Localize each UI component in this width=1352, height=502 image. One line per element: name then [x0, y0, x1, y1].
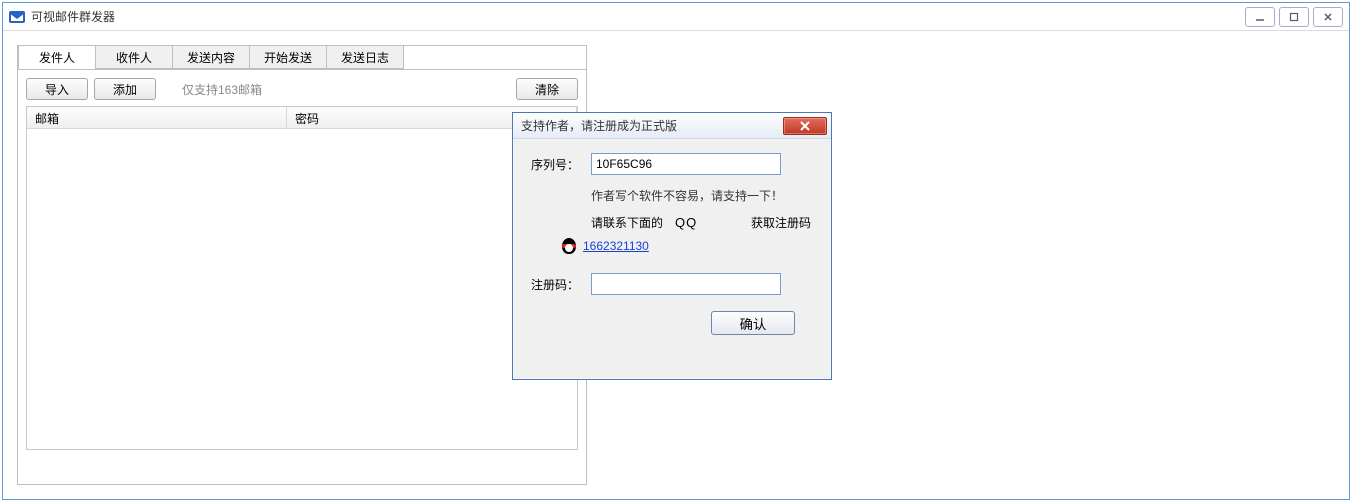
toolbar: 导入 添加 仅支持163邮箱 清除: [18, 70, 586, 106]
window-title: 可视邮件群发器: [31, 8, 115, 25]
dialog-title: 支持作者，请注册成为正式版: [521, 117, 677, 134]
left-panel: 发件人 收件人 发送内容 开始发送 发送日志 导入 添加 仅支持163邮箱 清除…: [17, 45, 587, 485]
qq-penguin-icon: [561, 237, 577, 255]
tab-send-log[interactable]: 发送日志: [326, 45, 404, 69]
register-dialog: 支持作者，请注册成为正式版 序列号： 作者写个软件不容易，请支持一下！ 请联系下…: [512, 112, 832, 380]
tab-label: 发件人: [39, 49, 75, 66]
tab-sender[interactable]: 发件人: [18, 45, 96, 69]
add-button[interactable]: 添加: [94, 78, 156, 100]
tab-label: 收件人: [116, 49, 152, 66]
tab-start-send[interactable]: 开始发送: [249, 45, 327, 69]
contact-prefix: 请联系下面的: [591, 214, 663, 231]
qq-number-link[interactable]: 1662321130: [583, 239, 649, 253]
grid-body[interactable]: [27, 129, 577, 449]
tab-content-area: 导入 添加 仅支持163邮箱 清除 邮箱 密码: [18, 69, 586, 485]
window-controls: [1241, 7, 1343, 27]
regcode-row: 注册码：: [531, 273, 813, 295]
serial-label: 序列号：: [531, 156, 591, 173]
import-button[interactable]: 导入: [26, 78, 88, 100]
sender-grid: 邮箱 密码: [26, 106, 578, 450]
minimize-button[interactable]: [1245, 7, 1275, 27]
qq-row: 1662321130: [561, 237, 813, 255]
dialog-footer: 确认: [531, 307, 813, 335]
grid-col-email[interactable]: 邮箱: [27, 107, 287, 128]
tab-recipient[interactable]: 收件人: [95, 45, 173, 69]
dialog-titlebar[interactable]: 支持作者，请注册成为正式版: [513, 113, 831, 139]
support-text: 作者写个软件不容易，请支持一下！: [591, 187, 813, 204]
regcode-input[interactable]: [591, 273, 781, 295]
tab-strip: 发件人 收件人 发送内容 开始发送 发送日志: [18, 45, 586, 69]
toolbar-hint: 仅支持163邮箱: [182, 81, 262, 98]
serial-input[interactable]: [591, 153, 781, 175]
contact-qq-word: QQ: [675, 215, 697, 230]
serial-row: 序列号：: [531, 153, 813, 175]
grid-header: 邮箱 密码: [27, 107, 577, 129]
clear-button[interactable]: 清除: [516, 78, 578, 100]
contact-line: 请联系下面的 QQ 获取注册码: [591, 214, 811, 231]
tab-label: 发送内容: [187, 49, 235, 66]
regcode-label: 注册码：: [531, 276, 591, 293]
close-button[interactable]: [1313, 7, 1343, 27]
dialog-close-button[interactable]: [783, 117, 827, 135]
tab-content[interactable]: 发送内容: [172, 45, 250, 69]
dialog-body: 序列号： 作者写个软件不容易，请支持一下！ 请联系下面的 QQ 获取注册码 16…: [513, 139, 831, 345]
confirm-button[interactable]: 确认: [711, 311, 795, 335]
mail-icon: [9, 11, 25, 23]
tab-label: 发送日志: [341, 49, 389, 66]
main-titlebar: 可视邮件群发器: [3, 3, 1349, 31]
contact-suffix: 获取注册码: [751, 214, 811, 231]
maximize-button[interactable]: [1279, 7, 1309, 27]
tab-label: 开始发送: [264, 49, 312, 66]
